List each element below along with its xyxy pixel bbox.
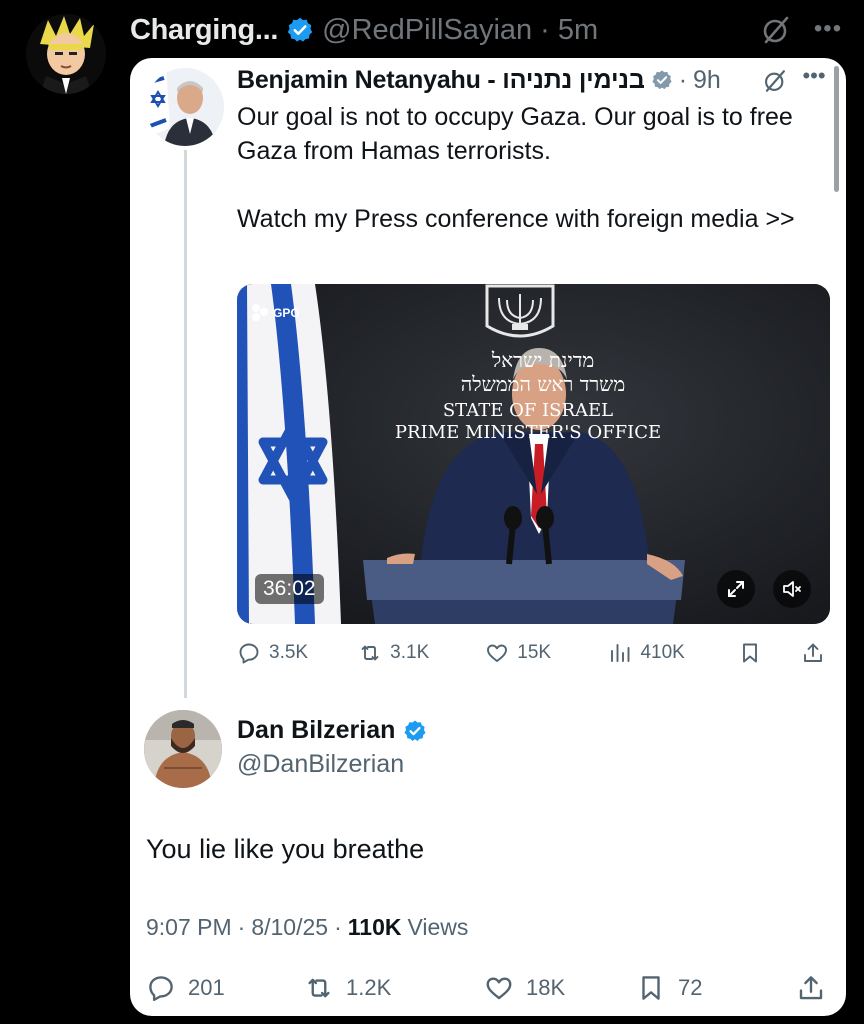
ref-tweet-header: Benjamin Netanyahu - בנימין נתניהו · 9h [237,62,721,98]
sign-english: STATE OF ISRAEL PRIME MINISTER'S OFFICE [394,400,662,443]
gpo-watermark: GPO [249,302,300,324]
views-count-bold: 110K [347,914,402,940]
sign-hebrew: מדינת ישראל משרד ראש הממשלה [460,348,626,396]
reply-count: 201 [188,975,225,1000]
main-name-row: Dan Bilzerian [237,716,427,745]
repost-icon [308,978,330,998]
outer-avatar[interactable] [26,14,106,94]
muted-speaker-icon [783,581,801,597]
separator-dot: · [678,65,688,94]
bookmark-count: 72 [678,975,703,1000]
views-chart-icon [611,644,630,662]
bookmark-icon [742,643,757,663]
outer-timestamp[interactable]: 5m [558,14,598,47]
ref-tweet-text: Our goal is not to occupy Gaza. Our goal… [237,103,795,233]
views-button[interactable]: 410K [608,641,737,665]
like-button[interactable]: 15K [485,641,608,665]
like-count: 15K [517,642,552,663]
grok-icon[interactable] [760,14,792,46]
repost-count: 1.2K [346,975,392,1000]
more-options-icon[interactable]: ••• [800,65,828,92]
repost-icon [361,645,379,661]
reply-button[interactable]: 201 [146,973,304,1003]
separator-dot: · [334,914,342,940]
outer-tweet-header: Charging... @RedPillSayian · 5m [130,10,598,50]
scrollbar[interactable] [834,66,839,192]
verified-gray-badge-icon [652,70,672,90]
separator-dot: · [540,13,550,46]
main-display-name[interactable]: Dan Bilzerian [237,716,395,745]
share-icon [799,976,823,1000]
bilzerian-avatar-icon [144,710,222,788]
reply-button[interactable]: 3.5K [237,641,358,665]
bookmark-button[interactable]: 72 [636,973,796,1003]
ref-display-name[interactable]: Benjamin Netanyahu - בנימין נתניהו [237,66,645,95]
repost-button[interactable]: 1.2K [304,973,484,1003]
main-handle[interactable]: @DanBilzerian [237,750,404,779]
main-avatar[interactable] [144,710,222,788]
share-icon [804,643,823,662]
reply-icon [149,976,173,1002]
fullscreen-button[interactable] [717,570,755,608]
like-button[interactable]: 18K [484,973,636,1003]
ref-timestamp[interactable]: 9h [693,66,721,95]
tweet-date[interactable]: 8/10/25 [251,914,328,941]
verified-badge-icon [404,720,426,741]
cartoon-avatar-icon [26,14,106,94]
tweet-meta: 9:07 PM · 8/10/25 · 110K Views [146,914,468,941]
reply-count: 3.5K [269,642,309,663]
main-tweet-text: You lie like you breathe [146,834,425,864]
verified-badge-icon [287,17,313,42]
share-button[interactable] [796,973,832,1003]
bookmark-button[interactable] [738,641,792,665]
reply-icon [239,643,259,664]
bookmark-icon [642,976,660,1000]
heart-icon [486,977,512,1000]
outer-display-name[interactable]: Charging... [130,14,278,47]
video-player[interactable]: GPO מדינת ישראל משרד ראש הממשלה STATE OF… [237,284,830,624]
tweet-time[interactable]: 9:07 PM [146,914,232,941]
grok-icon[interactable] [762,68,788,94]
thread-connector-line [184,150,187,698]
expand-icon [728,581,744,597]
mute-button[interactable] [773,570,811,608]
share-button[interactable] [801,641,831,665]
repost-count: 3.1K [390,642,430,663]
video-duration: 36:02 [255,574,324,604]
ref-avatar[interactable] [146,68,224,146]
like-count: 18K [526,975,566,1000]
more-options-icon[interactable]: ••• [812,14,844,46]
views-label: Views [407,914,469,940]
separator-dot: · [237,914,246,940]
gpo-logo-icon [252,304,268,321]
main-tweet-actions: 201 1.2K 18K 72 [146,970,832,1006]
views-count: 410K [640,642,685,663]
heart-icon [487,644,508,662]
repost-button[interactable]: 3.1K [358,641,485,665]
ref-tweet-actions: 3.5K 3.1K 15K 410K [237,636,831,670]
netanyahu-avatar-icon [146,68,224,146]
outer-handle[interactable]: @RedPillSayian [322,14,532,47]
